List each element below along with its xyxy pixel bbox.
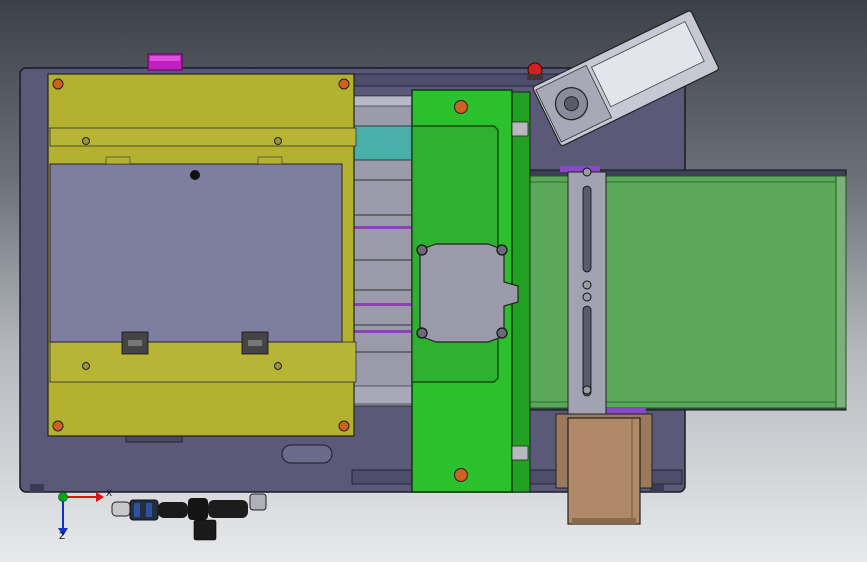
slide-slot-upper xyxy=(582,185,592,273)
upper-guide-bar xyxy=(351,95,415,107)
center-gray-block xyxy=(419,243,519,343)
oval-slot xyxy=(281,444,333,464)
red-button-base xyxy=(527,74,543,80)
y-axis-origin xyxy=(58,492,68,502)
copper-box xyxy=(567,417,641,525)
window-tab-right xyxy=(257,156,283,165)
z-axis-label: Z xyxy=(59,532,66,542)
cad-viewport[interactable]: X Z xyxy=(0,0,867,562)
window-tab-left xyxy=(105,156,131,165)
conveyor-belt xyxy=(511,175,839,409)
yellow-cover-lower-panel xyxy=(49,341,357,383)
coordinate-triad xyxy=(58,492,104,536)
magenta-block-cap xyxy=(150,56,180,61)
slide-slot-lower xyxy=(582,305,592,397)
frame-foot-left xyxy=(30,484,44,492)
lower-guide-bar xyxy=(351,385,415,405)
x-axis-label: X xyxy=(106,489,113,499)
conveyor-end-roller xyxy=(835,175,847,409)
window-hole xyxy=(190,170,200,180)
yellow-cover-upper-panel xyxy=(49,127,357,147)
copper-box-base xyxy=(572,518,636,524)
machine-assembly-view[interactable] xyxy=(0,0,867,562)
teal-strip xyxy=(351,125,417,161)
viewing-window xyxy=(49,163,343,343)
pneumatic-fittings xyxy=(111,493,267,541)
